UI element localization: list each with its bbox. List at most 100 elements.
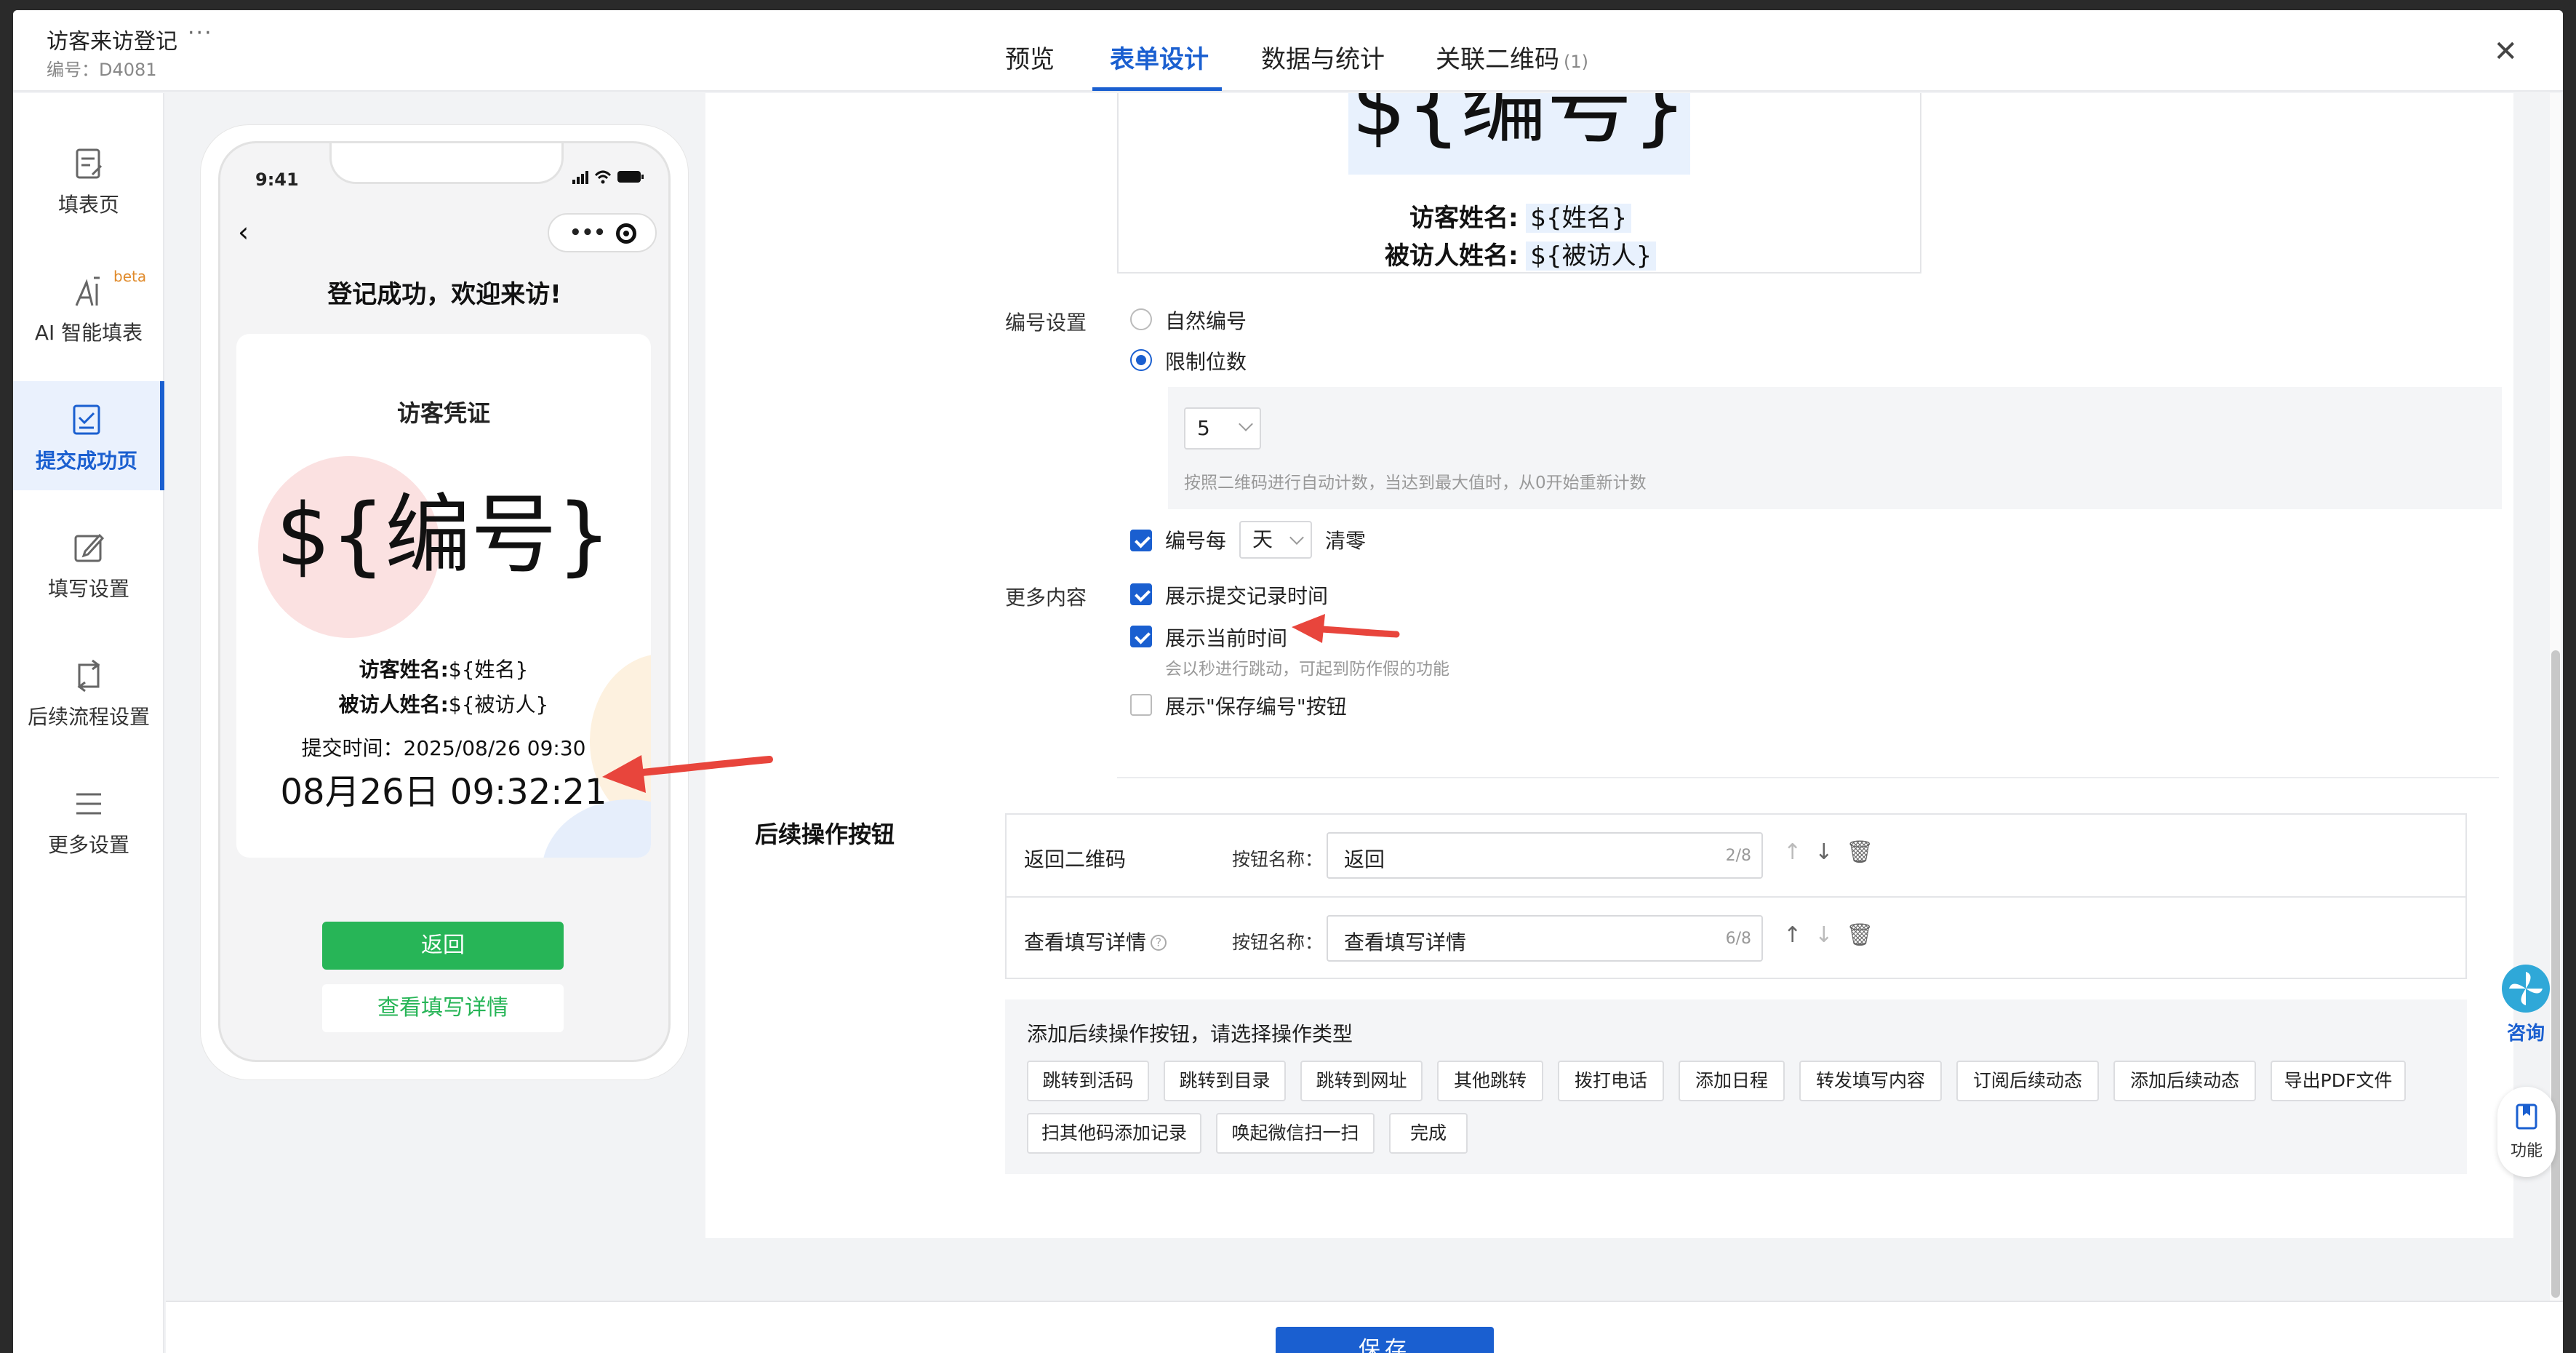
show-save-number-checkbox[interactable]: [1130, 694, 1152, 716]
visitor-value: ${姓名}: [448, 658, 529, 682]
digits-select[interactable]: 5: [1184, 407, 1261, 450]
action-type-add-schedule[interactable]: 添加日程: [1679, 1061, 1785, 1101]
action-type-forward-content[interactable]: 转发填写内容: [1799, 1061, 1942, 1101]
move-down-icon[interactable]: ↓: [1815, 922, 1846, 948]
button-name-value: 查看填写详情: [1344, 930, 1467, 954]
ticket-submit-time: 提交时间：2025/08/26 09:30: [301, 736, 586, 760]
sidebar-item-ai-fill[interactable]: beta AI 智能填表: [13, 253, 164, 361]
close-circle-icon[interactable]: [616, 223, 636, 244]
visitor-ticket: 访客凭证 ${编号} 访客姓名:${姓名} 被访人姓名:${被访人} 提交时间：…: [236, 334, 651, 858]
sidebar-item-flow-settings[interactable]: 后续流程设置: [13, 637, 164, 745]
left-sidebar: 填表页 beta AI 智能填表 提交成功页 填写设置 后续流程设置 更多设置: [13, 93, 164, 1353]
button-name-input[interactable]: 查看填写详情 6/8: [1327, 915, 1763, 962]
tab-linked-qrcode-count: (1): [1564, 52, 1588, 72]
action-type-wechat-scan[interactable]: 唤起微信扫一扫: [1216, 1113, 1375, 1154]
sidebar-item-label: 后续流程设置: [27, 705, 150, 729]
row-name-text: 查看填写详情: [1024, 930, 1147, 954]
button-name-label: 按钮名称：: [1232, 849, 1324, 870]
action-type-finish[interactable]: 完成: [1389, 1113, 1468, 1154]
sidebar-item-fill-page[interactable]: 填表页: [13, 125, 164, 233]
beta-badge: beta: [113, 268, 147, 285]
action-type-subscribe-updates[interactable]: 订阅后续动态: [1956, 1061, 2099, 1101]
move-down-icon[interactable]: ↓: [1815, 839, 1846, 865]
form-title: 访客来访登记: [47, 29, 177, 55]
action-type-export-pdf[interactable]: 导出PDF文件: [2271, 1061, 2406, 1101]
menu-icon: [76, 793, 101, 815]
button-name-input[interactable]: 返回 2/8: [1327, 832, 1763, 879]
tab-linked-qrcode-label: 关联二维码: [1436, 45, 1559, 74]
reset-suffix: 清零: [1325, 529, 1367, 553]
mini-program-capsule[interactable]: •••: [548, 213, 657, 252]
phone-detail-button[interactable]: 查看填写详情: [322, 984, 564, 1032]
flow-loop-icon: [77, 659, 100, 693]
help-icon[interactable]: ?: [1151, 935, 1167, 951]
char-count: 6/8: [1725, 930, 1751, 948]
tab-linked-qrcode[interactable]: 关联二维码 (1): [1436, 39, 1588, 75]
save-button[interactable]: 保存: [1276, 1327, 1494, 1353]
row-name: 查看填写详情?: [1024, 927, 1167, 956]
tab-preview[interactable]: 预览: [1005, 39, 1055, 75]
add-action-box: 添加后续操作按钮，请选择操作类型 跳转到活码 跳转到目录 跳转到网址 其他跳转 …: [1005, 999, 2467, 1174]
reset-number-checkbox[interactable]: [1130, 530, 1152, 551]
action-type-jump-livecode[interactable]: 跳转到活码: [1027, 1061, 1149, 1101]
phone-back-button[interactable]: 返回: [322, 922, 564, 970]
action-type-add-updates[interactable]: 添加后续动态: [2113, 1061, 2256, 1101]
action-type-jump-catalog[interactable]: 跳转到目录: [1164, 1061, 1286, 1101]
form-code: 编号：D4081: [47, 60, 157, 80]
more-content-label: 更多内容: [1005, 586, 1087, 610]
chevron-down-icon: [1239, 417, 1253, 431]
radio-limit-digits[interactable]: [1130, 349, 1152, 371]
add-action-title: 添加后续操作按钮，请选择操作类型: [1027, 1022, 1353, 1046]
reset-unit-select[interactable]: 天: [1239, 521, 1312, 559]
move-up-icon[interactable]: ↑: [1783, 922, 1815, 948]
move-up-icon[interactable]: ↑: [1783, 839, 1815, 865]
back-chevron-icon[interactable]: ‹: [238, 216, 249, 248]
host-value: ${被访人}: [448, 693, 549, 717]
section-divider: [1117, 777, 2499, 778]
top-header: 访客来访登记 ··· 编号：D4081 预览 表单设计 数据与统计 关联二维码(…: [13, 10, 2563, 92]
sidebar-item-more-settings[interactable]: 更多设置: [13, 765, 164, 873]
app-window: 访客来访登记 ··· 编号：D4081 预览 表单设计 数据与统计 关联二维码(…: [13, 10, 2563, 1353]
action-type-scan-other-code[interactable]: 扫其他码添加记录: [1027, 1113, 1201, 1154]
char-count: 2/8: [1725, 847, 1751, 865]
row-operations: ↑↓🗑: [1783, 922, 1887, 948]
trash-icon[interactable]: 🗑: [1846, 839, 1887, 865]
action-type-other-jump[interactable]: 其他跳转: [1437, 1061, 1543, 1101]
consult-widget[interactable]: 咨询: [2493, 963, 2559, 1079]
ticket-visitor: 访客姓名:${姓名}: [236, 654, 651, 683]
sidebar-item-label: 填写设置: [47, 577, 129, 601]
preview-code: ${编号}: [1348, 93, 1690, 175]
show-current-time-checkbox[interactable]: [1130, 626, 1152, 647]
chevron-down-icon: [1289, 530, 1304, 545]
trash-icon[interactable]: 🗑: [1846, 922, 1887, 948]
action-buttons-table: 返回二维码 按钮名称： 返回 2/8 ↑↓🗑 查看填写详情? 按钮名称： 查看填写…: [1005, 813, 2467, 979]
ticket-current-time: 08月26日 09:32:21: [280, 772, 607, 813]
reset-unit-value: 天: [1252, 527, 1273, 551]
success-title: 登记成功，欢迎来访!: [327, 280, 561, 309]
ticket-title: 访客凭证: [396, 399, 490, 427]
more-options-icon[interactable]: ···: [188, 20, 213, 46]
tab-form-design[interactable]: 表单设计: [1110, 39, 1209, 75]
digits-value: 5: [1197, 416, 1210, 440]
ai-magic-icon: [75, 276, 100, 306]
current-time-hint: 会以秒进行跳动，可起到防作假的功能: [1165, 660, 1449, 679]
show-current-time-label: 展示当前时间: [1165, 626, 1288, 650]
sidebar-item-fill-settings[interactable]: 填写设置: [13, 509, 164, 617]
more-dots-icon[interactable]: •••: [569, 222, 606, 244]
show-submit-time-label: 展示提交记录时间: [1165, 584, 1329, 608]
show-submit-time-checkbox[interactable]: [1130, 583, 1152, 605]
sidebar-item-label: 更多设置: [47, 833, 129, 857]
ticket-host: 被访人姓名:${被访人}: [236, 689, 651, 718]
radio-natural-number[interactable]: [1130, 308, 1152, 330]
close-icon[interactable]: ✕: [2493, 35, 2518, 68]
sidebar-item-success-page[interactable]: 提交成功页: [13, 381, 164, 490]
action-type-phone-call[interactable]: 拨打电话: [1558, 1061, 1664, 1101]
preview-visitor-label: 访客姓名:: [1409, 204, 1519, 233]
preview-visitor: 访客姓名: ${姓名}: [1409, 198, 1632, 234]
tab-data-stats[interactable]: 数据与统计: [1261, 39, 1385, 75]
preview-host: 被访人姓名: ${被访人}: [1385, 236, 1657, 271]
pinwheel-icon: [2502, 965, 2550, 1013]
natural-number-label: 自然编号: [1165, 309, 1247, 333]
action-type-jump-url[interactable]: 跳转到网址: [1300, 1061, 1423, 1101]
function-widget[interactable]: 功能: [2497, 1087, 2556, 1177]
